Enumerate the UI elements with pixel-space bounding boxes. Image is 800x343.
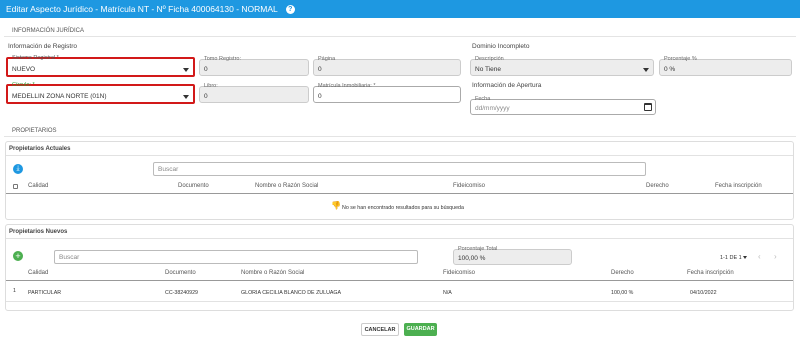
apertura-heading: Información de Apertura: [472, 82, 542, 89]
fecha-apertura-input[interactable]: Fecha dd/mm/yyyy: [470, 96, 656, 115]
select-all-checkbox[interactable]: [13, 184, 18, 189]
chevron-down-icon: [183, 68, 189, 72]
col-fecha-inscripcion: Fecha inscripción: [715, 183, 762, 189]
libro-value: 0: [204, 93, 208, 100]
descripcion-label: Descripción: [475, 56, 504, 62]
propietarios-actuales-search[interactable]: Buscar: [153, 162, 646, 176]
tomo-registro-field: Tomo Registro: 0: [199, 56, 309, 76]
help-icon[interactable]: ?: [285, 4, 295, 14]
col-calidad: Calidad: [28, 183, 49, 189]
fecha-placeholder: dd/mm/yyyy: [475, 105, 510, 112]
propietarios-actuales-panel: Propietarios Actuales ⤓ Buscar Calidad D…: [5, 141, 794, 220]
col-fideicomiso: Fideicomiso: [443, 270, 476, 276]
matricula-label: Matrícula Inmobiliaria: *: [318, 83, 376, 89]
row-nombre: GLORIA CECILIA BLANCO DE ZULUAGA: [241, 290, 342, 296]
dominio-heading: Dominio Incompleto: [472, 43, 530, 50]
cancel-button[interactable]: CANCELAR: [361, 323, 399, 336]
descripcion-select: Descripción No Tiene: [470, 56, 654, 76]
libro-label: Libro:: [204, 83, 218, 89]
section-informacion-juridica: INFORMACIÓN JURÍDICA: [4, 25, 796, 37]
pagina-value: 0: [318, 66, 322, 73]
matricula-inmobiliaria-input[interactable]: Matrícula Inmobiliaria: * 0: [313, 83, 461, 103]
fecha-label: Fecha: [475, 96, 491, 102]
download-icon[interactable]: ⤓: [13, 164, 23, 174]
descripcion-value: No Tiene: [475, 66, 502, 73]
dialog-title: Editar Aspecto Jurídico - Matrícula NT -…: [6, 4, 278, 14]
row-fideicomiso: N/A: [443, 290, 452, 296]
col-documento: Documento: [178, 183, 209, 189]
pagination-range: 1-1 DE 1: [720, 255, 742, 261]
col-documento: Documento: [165, 270, 196, 276]
row-fecha: 04/10/2022: [690, 290, 717, 296]
col-nombre: Nombre o Razón Social: [241, 270, 305, 276]
registro-heading: Información de Registro: [8, 43, 78, 50]
propietarios-nuevos-panel: Propietarios Nuevos + Buscar Porcentaje …: [5, 224, 794, 311]
row-index: 1: [13, 288, 16, 294]
chevron-down-icon: [183, 95, 189, 99]
propietarios-nuevos-search[interactable]: Buscar: [54, 250, 418, 264]
sistema-registral-value: NUEVO: [12, 66, 36, 73]
chevron-down-icon[interactable]: [743, 256, 747, 259]
porcentaje-total-value: 100,00 %: [458, 255, 486, 262]
pagina-field: Página 0: [313, 56, 461, 76]
libro-field: Libro: 0: [199, 83, 309, 103]
calendar-icon[interactable]: [644, 103, 652, 111]
section-propietarios: PROPIETARIOS: [4, 125, 796, 137]
porcentaje-value: 0 %: [664, 66, 676, 73]
matricula-value: 0: [318, 93, 322, 100]
row-documento: CC-38240929: [165, 290, 198, 296]
propietarios-actuales-heading: Propietarios Actuales: [9, 146, 71, 152]
empty-results-message: No se han encontrado resultados para su …: [342, 205, 464, 211]
circulo-label: Círculo: *: [12, 82, 35, 88]
tomo-registro-value: 0: [204, 66, 208, 73]
sistema-registral-label: Sistema Registral *: [12, 55, 59, 61]
porcentaje-label: Porcentaje %: [664, 56, 697, 62]
tomo-registro-label: Tomo Registro:: [204, 56, 241, 62]
col-derecho: Derecho: [646, 183, 669, 189]
circulo-value: MEDELLIN ZONA NORTE (01N): [12, 93, 107, 100]
porcentaje-total-field: Porcentaje Total 100,00 %: [453, 246, 572, 265]
chevron-down-icon: [643, 68, 649, 72]
circulo-select[interactable]: Círculo: * MEDELLIN ZONA NORTE (01N): [6, 82, 195, 104]
dialog-title-bar: Editar Aspecto Jurídico - Matrícula NT -…: [0, 0, 800, 18]
chevron-right-icon[interactable]: ›: [774, 252, 777, 261]
porcentaje-total-label: Porcentaje Total: [458, 246, 498, 252]
pagina-label: Página: [318, 56, 336, 62]
save-button[interactable]: GUARDAR: [404, 323, 437, 336]
col-calidad: Calidad: [28, 270, 49, 276]
propietarios-nuevos-heading: Propietarios Nuevos: [9, 229, 68, 235]
chevron-left-icon[interactable]: ‹: [758, 252, 761, 261]
col-nombre: Nombre o Razón Social: [255, 183, 319, 189]
sistema-registral-select[interactable]: Sistema Registral * NUEVO: [6, 55, 195, 77]
porcentaje-field: Porcentaje % 0 %: [659, 56, 792, 76]
row-derecho: 100,00 %: [611, 290, 634, 296]
col-derecho: Derecho: [611, 270, 634, 276]
col-fideicomiso: Fideicomiso: [453, 183, 486, 189]
add-icon[interactable]: +: [13, 251, 23, 261]
thumbs-down-icon: 👎: [331, 201, 341, 210]
col-fecha-inscripcion: Fecha inscripción: [687, 270, 734, 276]
row-calidad: PARTICULAR: [28, 290, 62, 296]
